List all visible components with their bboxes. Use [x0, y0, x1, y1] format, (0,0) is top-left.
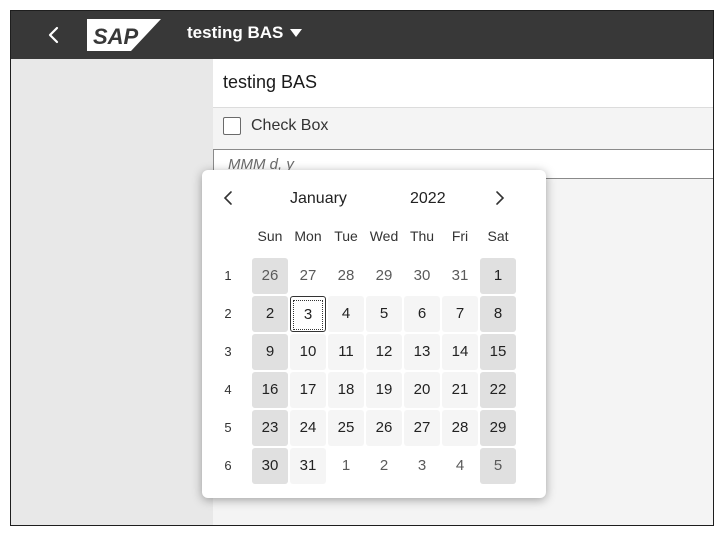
calendar-month-button[interactable]: January: [290, 190, 347, 208]
calendar-day[interactable]: 28: [328, 258, 364, 294]
sap-logo-text: SAP: [93, 24, 139, 49]
calendar-day[interactable]: 16: [252, 372, 288, 408]
next-month-icon[interactable]: [492, 188, 508, 208]
week-number: 5: [224, 420, 232, 435]
calendar-day[interactable]: 1: [328, 448, 364, 484]
app-title-text: testing BAS: [187, 23, 284, 42]
calendar-day[interactable]: 26: [252, 258, 288, 294]
calendar-popover: January 2022 Sun Mon Tue Wed Thu Fri Sat 1 26 27 2…: [202, 170, 546, 498]
calendar-day[interactable]: 30: [404, 258, 440, 294]
calendar-day[interactable]: 22: [480, 372, 516, 408]
calendar-day[interactable]: 23: [252, 410, 288, 446]
calendar-day[interactable]: 21: [442, 372, 478, 408]
calendar-day[interactable]: 19: [366, 372, 402, 408]
weekday-header: Mon: [294, 228, 322, 244]
calendar-day[interactable]: 14: [442, 334, 478, 370]
weekday-header: Thu: [409, 228, 435, 244]
previous-month-icon[interactable]: [220, 188, 236, 208]
checkbox-row[interactable]: Check Box: [213, 108, 713, 146]
calendar-day[interactable]: 29: [480, 410, 516, 446]
calendar-day-today[interactable]: 3: [290, 296, 326, 332]
calendar-day[interactable]: 7: [442, 296, 478, 332]
calendar-day[interactable]: 30: [252, 448, 288, 484]
calendar-day[interactable]: 5: [366, 296, 402, 332]
calendar-day[interactable]: 29: [366, 258, 402, 294]
check-box[interactable]: [223, 117, 241, 135]
calendar-day[interactable]: 9: [252, 334, 288, 370]
calendar-day[interactable]: 8: [480, 296, 516, 332]
calendar-day[interactable]: 27: [404, 410, 440, 446]
caret-down-icon: [290, 29, 303, 37]
app-title-menu[interactable]: testing BAS: [187, 23, 303, 43]
left-panel: [11, 59, 213, 525]
calendar-day[interactable]: 2: [252, 296, 288, 332]
calendar-day[interactable]: 12: [366, 334, 402, 370]
calendar-day[interactable]: 18: [328, 372, 364, 408]
calendar-day[interactable]: 27: [290, 258, 326, 294]
calendar-day[interactable]: 24: [290, 410, 326, 446]
calendar-day[interactable]: 31: [442, 258, 478, 294]
calendar-day[interactable]: 15: [480, 334, 516, 370]
calendar-day[interactable]: 31: [290, 448, 326, 484]
calendar-day[interactable]: 17: [290, 372, 326, 408]
calendar-day[interactable]: 26: [366, 410, 402, 446]
calendar-day[interactable]: 11: [328, 334, 364, 370]
calendar-day[interactable]: 6: [404, 296, 440, 332]
calendar-day[interactable]: 4: [442, 448, 478, 484]
calendar-day[interactable]: 25: [328, 410, 364, 446]
calendar-day[interactable]: 3: [404, 448, 440, 484]
calendar-day[interactable]: 5: [480, 448, 516, 484]
today-focus-marker: 3: [293, 300, 323, 330]
shell-bar: SAP testing BAS: [11, 11, 713, 59]
week-number: 4: [224, 382, 232, 397]
back-arrow-icon[interactable]: [41, 21, 67, 49]
week-number: 2: [224, 306, 232, 321]
week-number: 1: [224, 268, 232, 283]
weekday-header: Fri: [451, 228, 469, 244]
calendar-day[interactable]: 1: [480, 258, 516, 294]
form-title: testing BAS: [223, 72, 318, 92]
calendar-day[interactable]: 13: [404, 334, 440, 370]
weekday-header: Wed: [369, 228, 399, 244]
weekday-header: Sat: [487, 228, 509, 244]
calendar-day[interactable]: 28: [442, 410, 478, 446]
weekday-header: Sun: [257, 228, 283, 244]
checkbox-label: Check Box: [251, 117, 329, 134]
calendar-year-button[interactable]: 2022: [410, 190, 446, 208]
calendar-day[interactable]: 10: [290, 334, 326, 370]
sap-logo[interactable]: SAP: [87, 17, 161, 53]
form-title-row: testing BAS: [213, 59, 713, 108]
calendar-day[interactable]: 4: [328, 296, 364, 332]
weekday-header: Tue: [334, 228, 358, 244]
week-number: 3: [224, 344, 232, 359]
calendar-day[interactable]: 20: [404, 372, 440, 408]
week-number: 6: [224, 458, 232, 473]
calendar-day[interactable]: 2: [366, 448, 402, 484]
